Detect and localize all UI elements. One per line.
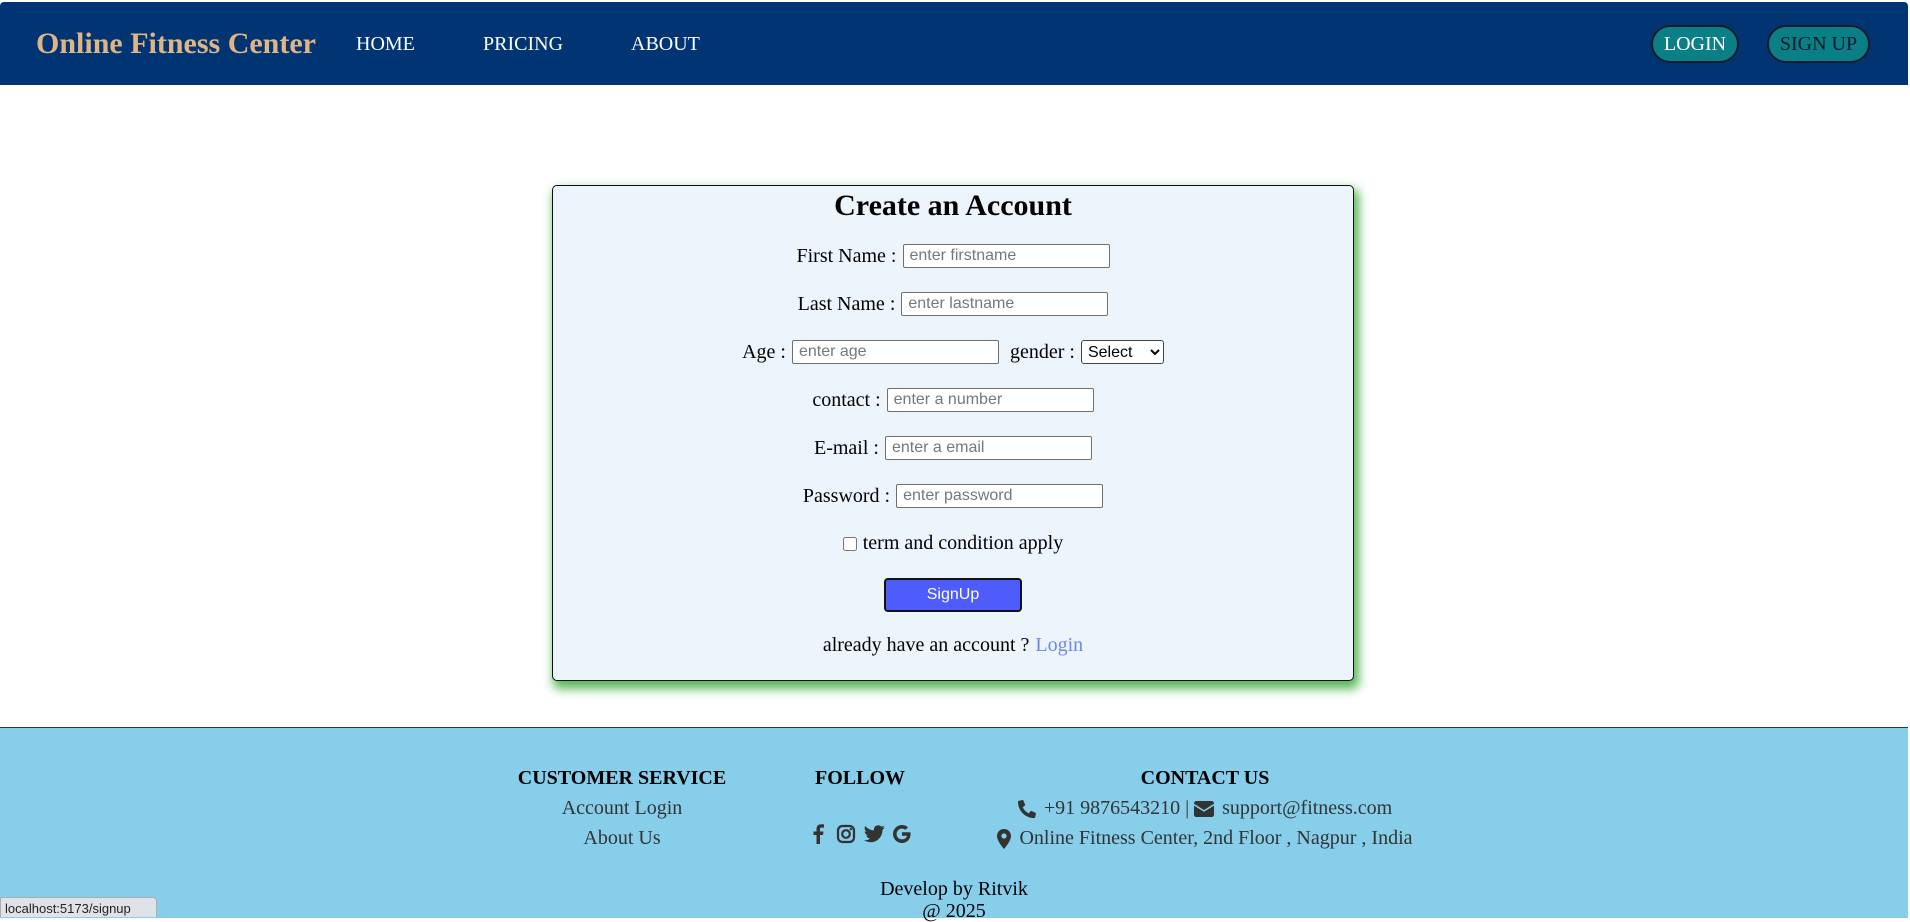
first-name-input[interactable] xyxy=(902,244,1110,268)
contact-row: contact : xyxy=(553,388,1353,412)
developer-credit: Develop by Ritvik xyxy=(880,878,1028,900)
login-link[interactable]: Login xyxy=(1035,634,1083,657)
password-row: Password : xyxy=(553,484,1353,508)
login-button[interactable]: LOGIN xyxy=(1651,25,1739,63)
location-pin-icon xyxy=(997,829,1012,850)
last-name-row: Last Name : xyxy=(553,292,1353,316)
contact-heading: CONTACT US xyxy=(1140,767,1270,789)
nav-link-pricing[interactable]: PRICING xyxy=(483,33,563,56)
follow-heading: FOLLOW xyxy=(814,767,905,789)
envelope-icon xyxy=(1194,801,1215,818)
footer-about-us-link[interactable]: About Us xyxy=(517,823,727,853)
signup-submit-button[interactable]: SignUp xyxy=(884,578,1022,612)
copyright-year: @ 2025 xyxy=(922,900,986,922)
login-prompt-row: already have an account ? Login xyxy=(553,634,1353,657)
top-navbar: Online Fitness Center HOME PRICING ABOUT… xyxy=(0,2,1908,85)
facebook-icon[interactable] xyxy=(807,823,829,845)
footer: CUSTOMER SERVICE Account Login About Us … xyxy=(0,727,1908,922)
phone-icon xyxy=(1017,800,1036,819)
footer-credits: Develop by Ritvik @ 2025 xyxy=(0,878,1908,922)
instagram-icon[interactable] xyxy=(835,823,857,845)
footer-customer-service: CUSTOMER SERVICE Account Login About Us xyxy=(517,763,727,853)
footer-follow: FOLLOW xyxy=(800,763,920,845)
terms-row: term and condition apply xyxy=(553,532,1353,555)
email-label: E-mail : xyxy=(814,436,879,459)
contact-address-line: Online Fitness Center, 2nd Floor , Nagpu… xyxy=(980,823,1430,853)
last-name-input[interactable] xyxy=(901,292,1109,316)
nav-link-about[interactable]: ABOUT xyxy=(631,33,700,56)
password-label: Password : xyxy=(802,484,891,507)
first-name-label: First Name : xyxy=(796,244,897,267)
contact-phone: +91 9876543210 | xyxy=(1043,797,1190,819)
contact-email[interactable]: support@fitness.com xyxy=(1222,797,1392,819)
submit-row: SignUp xyxy=(553,578,1353,612)
gender-label: gender : xyxy=(1009,340,1075,363)
google-icon[interactable] xyxy=(891,823,913,845)
nav-link-home[interactable]: HOME xyxy=(356,33,415,56)
brand-logo-text[interactable]: Online Fitness Center xyxy=(36,27,316,61)
first-name-row: First Name : xyxy=(553,244,1353,268)
contact-address: Online Fitness Center, 2nd Floor , Nagpu… xyxy=(1019,827,1413,849)
footer-account-login-link[interactable]: Account Login xyxy=(517,793,727,823)
password-input[interactable] xyxy=(896,484,1104,508)
contact-input[interactable] xyxy=(886,388,1094,412)
browser-status-url: localhost:5173/signup xyxy=(0,897,157,917)
customer-service-heading: CUSTOMER SERVICE xyxy=(517,767,727,789)
last-name-label: Last Name : xyxy=(797,292,896,315)
contact-phone-email-line: +91 9876543210 | support@fitness.com xyxy=(980,793,1430,823)
social-icons xyxy=(800,823,920,845)
twitter-icon[interactable] xyxy=(863,823,885,845)
footer-contact: CONTACT US +91 9876543210 | support@fitn… xyxy=(980,763,1430,853)
form-title: Create an Account xyxy=(834,189,1072,222)
contact-label: contact : xyxy=(812,388,881,411)
age-input[interactable] xyxy=(791,340,999,364)
signup-nav-button[interactable]: SIGN UP xyxy=(1767,25,1870,63)
email-input[interactable] xyxy=(884,436,1092,460)
terms-label: term and condition apply xyxy=(862,532,1064,554)
gender-select[interactable]: Select xyxy=(1080,340,1164,364)
age-gender-row: Age : gender : Select xyxy=(553,340,1353,364)
already-account-text: already have an account ? xyxy=(822,634,1030,656)
terms-checkbox[interactable] xyxy=(842,536,857,551)
age-label: Age : xyxy=(742,340,786,363)
email-row: E-mail : xyxy=(553,436,1353,460)
signup-form-card: Create an Account First Name : Last Name… xyxy=(552,185,1354,681)
